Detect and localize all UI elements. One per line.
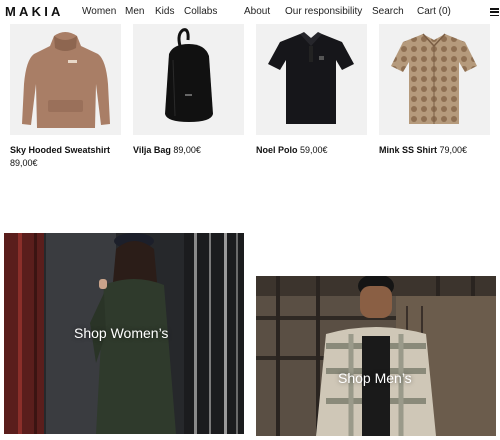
brand-logo[interactable]: MAKIA (5, 4, 64, 19)
product-image[interactable] (256, 24, 367, 135)
nav-collabs-link[interactable]: Collabs (184, 6, 217, 17)
product-name[interactable]: Noel Polo (256, 145, 298, 155)
product-name[interactable]: Vilja Bag (133, 145, 171, 155)
nav-search-link[interactable]: Search (372, 6, 404, 17)
shirt-image (391, 33, 477, 124)
nav-responsibility-link[interactable]: Our responsibility (285, 6, 362, 17)
site-header: MAKIA Women Men Kids Collabs About Our r… (0, 0, 500, 24)
men-banner-image (256, 276, 496, 436)
product-card[interactable]: Noel Polo 59,00€ (256, 24, 367, 157)
product-card[interactable]: Mink SS Shirt 79,00€ (379, 24, 490, 157)
hamburger-menu-icon[interactable] (490, 8, 499, 17)
nav-cart-link[interactable]: Cart (0) (417, 6, 451, 17)
nav-kids-link[interactable]: Kids (155, 6, 174, 17)
product-name[interactable]: Mink SS Shirt (379, 145, 437, 155)
product-card[interactable]: Vilja Bag 89,00€ (133, 24, 244, 157)
shop-women-label[interactable]: Shop Women’s (74, 325, 168, 341)
hoodie-image (22, 32, 110, 128)
nav-men-link[interactable]: Men (125, 6, 144, 17)
shop-men-label[interactable]: Shop Men’s (338, 370, 412, 386)
product-price: 89,00€ (10, 158, 38, 168)
polo-image (268, 32, 354, 124)
product-price: 79,00€ (439, 145, 468, 155)
product-image[interactable] (379, 24, 490, 135)
product-name[interactable]: Sky Hooded Sweatshirt (10, 145, 110, 155)
product-image[interactable] (133, 24, 244, 135)
shop-men-banner[interactable]: Shop Men’s (256, 276, 496, 436)
product-price: 59,00€ (300, 145, 328, 155)
shop-women-banner[interactable]: Shop Women’s (4, 233, 244, 434)
nav-about-link[interactable]: About (244, 6, 270, 17)
bag-image (165, 28, 213, 122)
product-card[interactable]: Sky Hooded Sweatshirt 89,00€ (10, 24, 121, 170)
product-image[interactable] (10, 24, 121, 135)
product-price: 89,00€ (173, 145, 201, 155)
nav-women-link[interactable]: Women (82, 6, 116, 17)
